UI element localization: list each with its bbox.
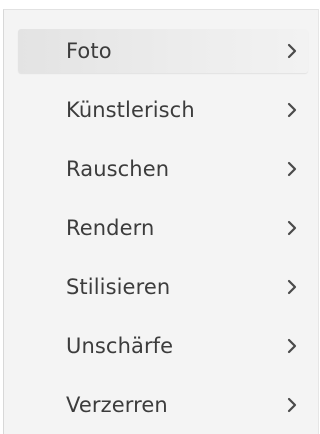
menu-item-label: Verzerren [66,393,168,417]
menu-item-label: Stilisieren [66,275,171,299]
menu-item-label: Rendern [66,216,155,240]
menu-item-rauschen[interactable]: Rauschen [18,147,308,191]
menu-item-label: Rauschen [66,157,170,181]
chevron-right-icon [284,159,300,179]
menu-item-label: Foto [66,39,112,63]
chevron-right-icon [284,395,300,415]
chevron-right-icon [284,277,300,297]
menu-item-stilisieren[interactable]: Stilisieren [18,265,308,309]
chevron-right-icon [284,100,300,120]
chevron-right-icon [284,41,300,61]
menu-item-label: Unschärfe [66,334,174,358]
chevron-right-icon [284,336,300,356]
menu-item-label: Künstlerisch [66,98,195,122]
chevron-right-icon [284,218,300,238]
menu-item-kuenstlerisch[interactable]: Künstlerisch [18,88,308,132]
menu-item-unschaerfe[interactable]: Unschärfe [18,324,308,368]
filter-submenu: Foto Künstlerisch Rauschen Rendern Stili… [3,9,319,434]
menu-item-verzerren[interactable]: Verzerren [18,383,308,427]
menu-item-foto[interactable]: Foto [18,29,308,73]
menu-item-rendern[interactable]: Rendern [18,206,308,250]
